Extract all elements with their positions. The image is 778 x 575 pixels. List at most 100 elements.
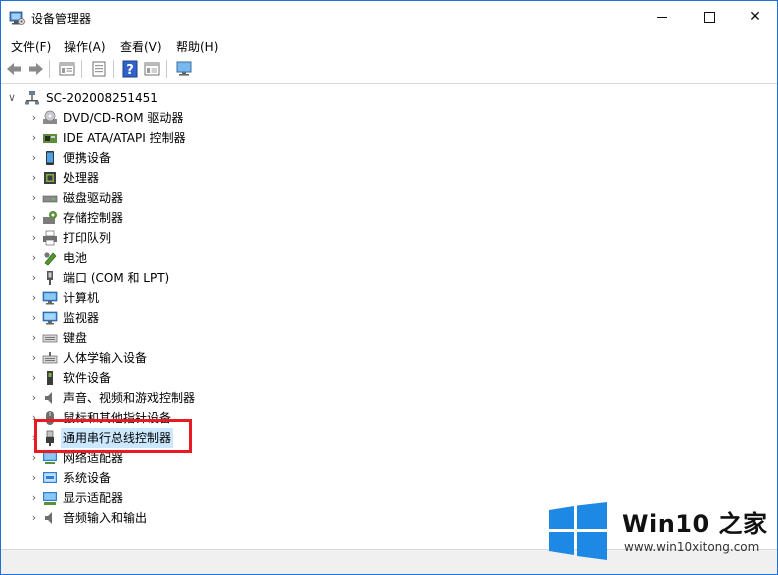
tree-item[interactable]: › 处理器 — [28, 168, 328, 188]
chevron-right-icon[interactable]: › — [28, 368, 40, 388]
tree-item-label: 监视器 — [63, 311, 100, 325]
close-icon: ✕ — [749, 9, 761, 25]
window-title: 设备管理器 — [31, 12, 92, 26]
monitor-icon[interactable] — [175, 60, 193, 78]
tree-item[interactable]: › 软件设备 — [28, 368, 328, 388]
tree-item[interactable]: › 音频输入和输出 — [28, 508, 328, 528]
computer-icon — [25, 91, 39, 105]
help-icon[interactable]: ? — [121, 60, 139, 78]
tree-item-label: 显示适配器 — [63, 491, 124, 505]
tree-root[interactable]: ∨ SC-202008251451 — [6, 88, 306, 108]
tree-item[interactable]: › 显示适配器 — [28, 488, 328, 508]
chevron-right-icon[interactable]: › — [28, 388, 40, 408]
title-bar[interactable]: 设备管理器 ✕ — [1, 1, 777, 34]
dvd-drive-icon — [43, 110, 57, 124]
system-device-icon — [43, 472, 57, 483]
menu-action[interactable]: 操作(A) — [62, 37, 108, 56]
minimize-button[interactable] — [639, 1, 685, 34]
tree-root-label: SC-202008251451 — [46, 91, 158, 105]
chevron-right-icon[interactable]: › — [28, 228, 40, 248]
watermark-title: Win10 之家 — [622, 510, 768, 538]
update-driver-icon[interactable] — [90, 60, 108, 78]
maximize-icon — [703, 11, 715, 23]
tree-item-label: 便携设备 — [63, 151, 112, 165]
device-tree[interactable]: ∨ SC-202008251451 › DVD/CD-ROM 驱动器 › IDE… — [2, 84, 775, 548]
tree-item[interactable]: › 存储控制器 — [28, 208, 328, 228]
chevron-right-icon[interactable]: › — [28, 328, 40, 348]
portable-device-icon — [46, 151, 54, 165]
maximize-button[interactable] — [686, 1, 732, 34]
computer-icon — [42, 291, 58, 305]
chevron-right-icon[interactable]: › — [28, 168, 40, 188]
toolbar: ? — [1, 56, 777, 84]
chevron-right-icon[interactable]: › — [28, 148, 40, 168]
audio-io-icon — [45, 512, 52, 524]
tree-item[interactable]: › 端口 (COM 和 LPT) — [28, 268, 328, 288]
tree-item-label: 计算机 — [63, 291, 100, 305]
tree-item-label: 软件设备 — [63, 371, 112, 385]
tree-item-label: 电池 — [63, 251, 88, 265]
toolbar-separator — [166, 60, 167, 78]
tree-item[interactable]: › 声音、视频和游戏控制器 — [28, 388, 328, 408]
chevron-right-icon[interactable]: › — [28, 188, 40, 208]
tree-item[interactable]: › 键盘 — [28, 328, 328, 348]
tree-item[interactable]: › 磁盘驱动器 — [28, 188, 328, 208]
chevron-right-icon[interactable]: › — [28, 468, 40, 488]
storage-controller-icon — [43, 211, 57, 224]
device-manager-icon — [9, 11, 25, 25]
tree-item-label: 音频输入和输出 — [63, 511, 148, 525]
forward-icon[interactable] — [27, 60, 45, 78]
tree-item[interactable]: › DVD/CD-ROM 驱动器 — [28, 108, 328, 128]
chevron-right-icon[interactable]: › — [28, 348, 40, 368]
processor-icon — [44, 172, 56, 184]
chevron-right-icon[interactable]: › — [28, 208, 40, 228]
windows-logo-icon — [549, 502, 607, 560]
tree-item-label: 存储控制器 — [63, 211, 124, 225]
menu-help[interactable]: 帮助(H) — [174, 37, 220, 56]
close-button[interactable]: ✕ — [732, 1, 777, 34]
tree-item-label: DVD/CD-ROM 驱动器 — [63, 111, 184, 125]
monitor-icon — [42, 311, 58, 325]
tree-item[interactable]: › 监视器 — [28, 308, 328, 328]
toolbar-separator — [113, 60, 114, 78]
printer-icon — [43, 230, 57, 246]
chevron-right-icon[interactable]: › — [28, 488, 40, 508]
tree-item[interactable]: › 系统设备 — [28, 468, 328, 488]
tree-item[interactable]: › 便携设备 — [28, 148, 328, 168]
chevron-right-icon[interactable]: › — [28, 508, 40, 528]
chevron-right-icon[interactable]: › — [28, 308, 40, 328]
chevron-right-icon[interactable]: › — [28, 108, 40, 128]
tree-item-label: 声音、视频和游戏控制器 — [63, 391, 196, 405]
hid-icon — [42, 352, 58, 364]
chevron-right-icon[interactable]: › — [28, 128, 40, 148]
tree-item-label: 磁盘驱动器 — [63, 191, 124, 205]
tree-item-label: 打印队列 — [63, 231, 112, 245]
tree-item[interactable]: › 电池 — [28, 248, 328, 268]
display-adapter-icon — [43, 492, 57, 505]
battery-icon — [44, 252, 57, 266]
tree-item-label: 处理器 — [63, 171, 100, 185]
properties-icon[interactable] — [58, 60, 76, 78]
chevron-right-icon[interactable]: › — [28, 248, 40, 268]
chevron-down-icon[interactable]: ∨ — [6, 88, 18, 108]
ide-controller-icon — [43, 134, 57, 143]
chevron-right-icon[interactable]: › — [28, 268, 40, 288]
tree-item[interactable]: › 计算机 — [28, 288, 328, 308]
menu-file[interactable]: 文件(F) — [9, 37, 53, 56]
toolbar-separator — [81, 60, 82, 78]
device-manager-window: 设备管理器 ✕ 文件(F) 操作(A) 查看(V) 帮助(H) ? ∨ SC-2… — [0, 0, 778, 575]
watermark-url: www.win10xitong.com — [624, 540, 760, 554]
menu-view[interactable]: 查看(V) — [118, 37, 164, 56]
tree-item[interactable]: › 打印队列 — [28, 228, 328, 248]
tree-item[interactable]: › IDE ATA/ATAPI 控制器 — [28, 128, 328, 148]
disk-drive-icon — [42, 195, 58, 203]
tree-item[interactable]: › 人体学输入设备 — [28, 348, 328, 368]
port-icon — [47, 271, 53, 285]
keyboard-icon — [42, 334, 58, 343]
audio-icon — [45, 392, 52, 404]
tree-item-label: 端口 (COM 和 LPT) — [63, 271, 170, 285]
tree-item-label: 键盘 — [63, 331, 88, 345]
chevron-right-icon[interactable]: › — [28, 288, 40, 308]
view-icon[interactable] — [143, 60, 161, 78]
back-icon[interactable] — [5, 60, 23, 78]
